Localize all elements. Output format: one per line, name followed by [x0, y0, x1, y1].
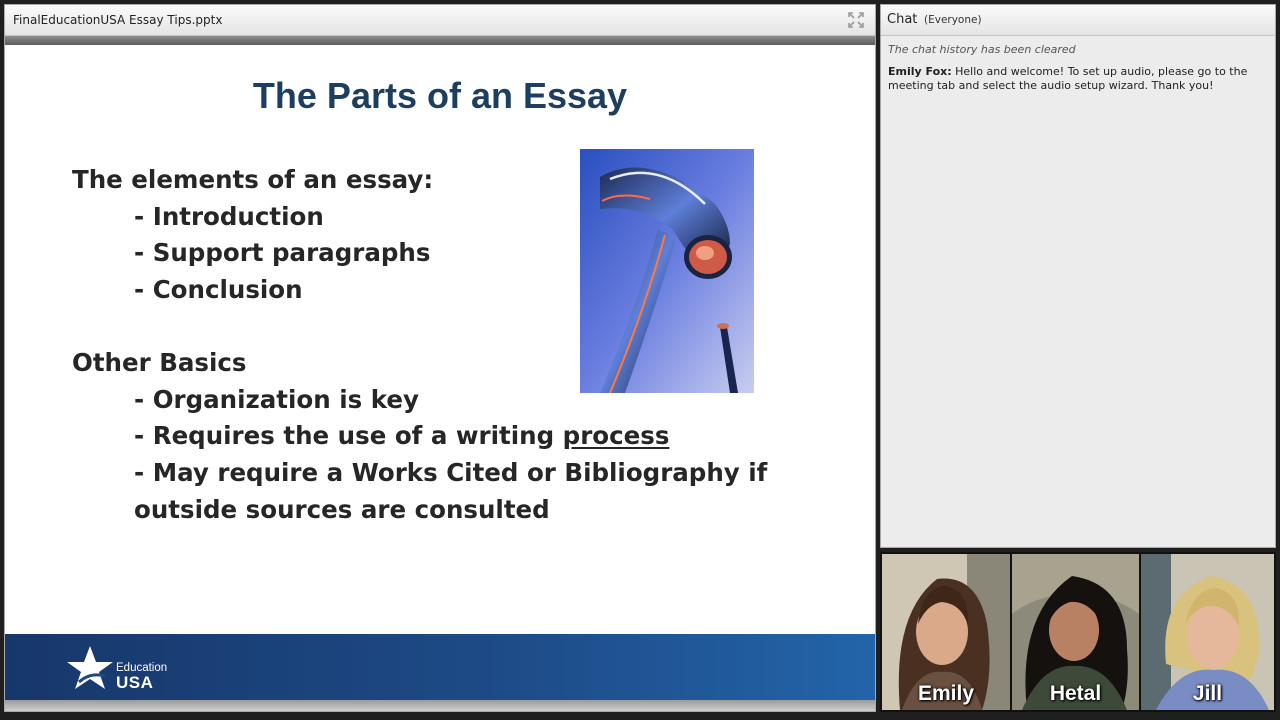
- fullscreen-icon[interactable]: [847, 11, 865, 29]
- share-pod: FinalEducationUSA Essay Tips.pptx The Pa…: [4, 4, 876, 712]
- chat-scope[interactable]: (Everyone): [924, 14, 982, 26]
- share-pod-title: FinalEducationUSA Essay Tips.pptx: [13, 13, 223, 27]
- basics-item-works-cited-cont: outside sources are consulted: [134, 495, 550, 524]
- process-link[interactable]: process: [563, 421, 670, 450]
- chat-cleared-notice: The chat history has been cleared: [888, 43, 1076, 56]
- chat-message: Emily Fox: Hello and welcome! To set up …: [888, 65, 1265, 93]
- video-tile-jill: Jill: [1141, 554, 1274, 710]
- element-item-introduction: - Introduction: [134, 202, 324, 231]
- logo-text-usa: USA: [116, 673, 154, 692]
- educationusa-logo: Education USA: [65, 644, 185, 694]
- basics-item-process-text: - Requires the use of a writing: [134, 421, 563, 450]
- basics-heading: Other Basics: [72, 348, 247, 377]
- elements-heading: The elements of an essay:: [72, 165, 434, 194]
- basics-item-works-cited: - May require a Works Cited or Bibliogra…: [134, 458, 768, 487]
- video-tile-hetal: Hetal: [1012, 554, 1139, 710]
- hammer-and-nail-image: [580, 149, 754, 393]
- chat-history: The chat history has been cleared Emily …: [888, 43, 1265, 93]
- share-pod-header: FinalEducationUSA Essay Tips.pptx: [5, 5, 875, 36]
- slide-footer-band: Education USA: [5, 634, 875, 700]
- participant-name-jill: Jill: [1192, 682, 1223, 705]
- chat-pod: Chat (Everyone) The chat history has bee…: [880, 4, 1276, 548]
- share-bottom-strip: [5, 700, 875, 711]
- video-tile-emily: Emily: [882, 554, 1010, 710]
- presentation-slide: The Parts of an Essay The elements of an…: [5, 45, 875, 700]
- chat-title: Chat: [887, 12, 918, 27]
- share-toolbar-strip: [5, 36, 875, 45]
- chat-pod-header: Chat (Everyone): [881, 5, 1275, 36]
- slide-title: The Parts of an Essay: [252, 75, 628, 116]
- element-item-support: - Support paragraphs: [134, 238, 431, 267]
- element-item-conclusion: - Conclusion: [134, 275, 303, 304]
- participant-name-hetal: Hetal: [1049, 682, 1102, 705]
- star-logo-icon: [67, 646, 113, 689]
- basics-item-organization: - Organization is key: [134, 385, 419, 414]
- participant-name-emily: Emily: [917, 682, 975, 705]
- basics-item-process: - Requires the use of a writing process: [134, 421, 669, 450]
- chat-message-author: Emily Fox:: [888, 65, 952, 78]
- video-pod: Emily Hetal Jill: [880, 552, 1276, 712]
